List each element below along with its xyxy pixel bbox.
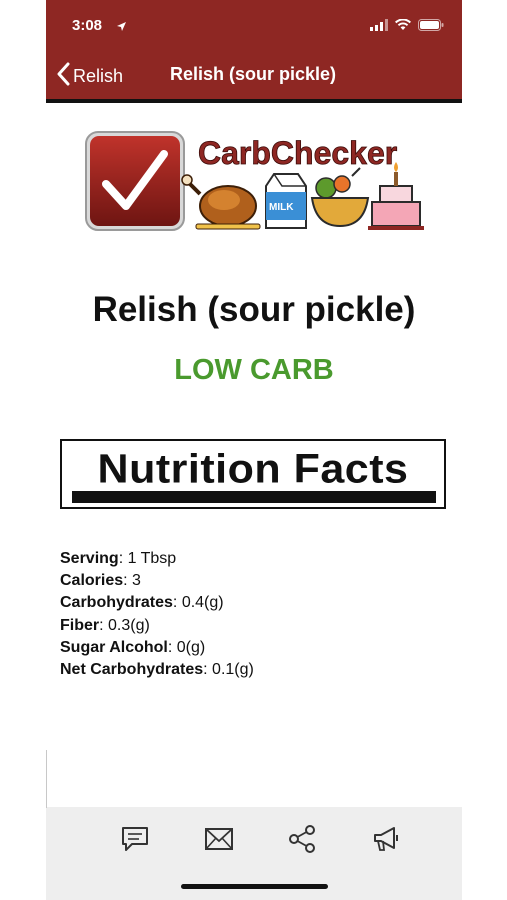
chevron-left-icon: [56, 62, 70, 91]
mail-icon[interactable]: [204, 825, 236, 853]
nutrition-row-carbohydrates: Carbohydrates: 0.4(g): [60, 594, 224, 612]
nutrition-facts-bar: [72, 491, 436, 503]
megaphone-icon[interactable]: [372, 825, 404, 853]
carbchecker-logo: CarbChecker MILK: [84, 128, 424, 233]
nav-bar: 3:08 Relish Relish (sour pickle): [46, 0, 462, 99]
battery-icon: [418, 18, 444, 36]
nutrition-facts-header: Nutrition Facts: [60, 439, 446, 509]
food-title: Relish (sour pickle): [92, 290, 416, 329]
nutrition-row-net-carbohydrates: Net Carbohydrates: 0.1(g): [60, 661, 254, 679]
cellular-signal-icon: [370, 18, 388, 36]
salad-bowl-icon: [310, 167, 370, 228]
status-time: 3:08: [72, 17, 103, 34]
status-icons: [370, 18, 444, 36]
location-arrow-icon: [116, 19, 127, 37]
cake-icon: [368, 162, 424, 230]
nutrition-row-calories: Calories: 3: [60, 572, 141, 590]
divider: [46, 750, 47, 808]
share-icon[interactable]: [288, 825, 320, 853]
header-divider: [46, 99, 462, 103]
nutrition-row-serving: Serving: 1 Tbsp: [60, 550, 177, 567]
wifi-icon: [395, 18, 411, 36]
nav-title: Relish (sour pickle): [170, 64, 337, 84]
nutrition-row-fiber: Fiber: 0.3(g): [60, 616, 150, 634]
app-screen: 3:08 Relish Relish (sour pickle) CarbChe…: [46, 0, 462, 900]
nutrition-facts-title: Nutrition Facts: [97, 446, 409, 492]
home-indicator[interactable]: [181, 884, 328, 889]
carb-level-badge: LOW CARB: [174, 354, 334, 386]
nutrition-list: Serving: 1 Tbsp Calories: 3 Carbohydrate…: [60, 548, 254, 681]
back-button[interactable]: Relish: [56, 62, 123, 91]
nutrition-row-sugar-alcohol: Sugar Alcohol: 0(g): [60, 638, 206, 656]
comment-icon[interactable]: [120, 825, 152, 853]
back-label: Relish: [73, 66, 124, 86]
brand-text: CarbChecker: [198, 135, 397, 171]
chicken-icon: [181, 174, 261, 230]
milk-label: MILK: [269, 202, 294, 213]
milk-carton-icon: MILK: [265, 173, 307, 229]
